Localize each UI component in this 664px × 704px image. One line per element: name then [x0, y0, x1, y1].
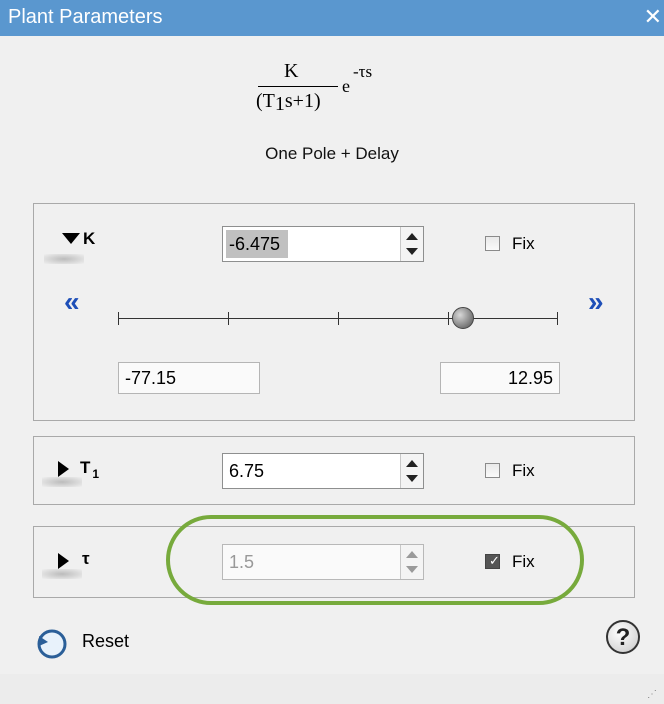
- t1-fix-label: Fix: [512, 461, 535, 480]
- highlight-ring: [166, 515, 584, 605]
- formula-denominator: (T1s+1): [256, 90, 321, 115]
- help-icon[interactable]: ?: [606, 620, 640, 654]
- denominator-open: (T: [256, 90, 275, 112]
- t1-spinner-arrows[interactable]: [400, 454, 423, 488]
- k-value-spinner[interactable]: [222, 226, 424, 262]
- t1-label-sub: 1: [92, 467, 100, 481]
- reset-button[interactable]: [30, 622, 72, 669]
- k-fix-label: Fix: [512, 234, 535, 253]
- collapse-right-icon[interactable]: [58, 553, 69, 569]
- shadow-decor: [42, 569, 82, 579]
- param-group-k: K Fix « » -77.15 12.95: [33, 203, 635, 421]
- chevron-double-left-icon[interactable]: «: [64, 286, 80, 318]
- transfer-function-formula: K (T1s+1) e -τs: [0, 58, 664, 134]
- param-group-t1: T1 Fix: [33, 436, 635, 505]
- fraction-bar: [258, 86, 338, 87]
- t1-value-input[interactable]: [225, 456, 401, 486]
- close-icon[interactable]: ✕: [644, 4, 662, 30]
- window-title: Plant Parameters: [8, 6, 163, 28]
- spin-up-icon[interactable]: [406, 460, 418, 467]
- spin-up-icon[interactable]: [406, 233, 418, 240]
- status-bar: ⋰: [0, 674, 664, 704]
- slider-tick: [338, 312, 339, 325]
- slider-tick: [118, 312, 119, 325]
- reset-label[interactable]: Reset: [82, 631, 129, 652]
- k-value-selection: [226, 230, 288, 258]
- denominator-rest: s+1): [284, 90, 321, 112]
- t1-label-main: T: [80, 458, 91, 477]
- t1-fix-checkbox[interactable]: [485, 463, 500, 478]
- reset-icon: [37, 629, 67, 659]
- model-name: One Pole + Delay: [265, 144, 399, 163]
- param-label-t1: T1: [80, 458, 100, 481]
- slider-tick: [448, 312, 449, 325]
- shadow-decor: [44, 254, 84, 264]
- formula-exp-base: e: [342, 76, 350, 96]
- title-bar: Plant Parameters ✕: [0, 0, 664, 36]
- resize-grip-icon[interactable]: ⋰: [647, 689, 658, 700]
- denominator-sub: 1: [274, 93, 285, 115]
- k-fix-checkbox[interactable]: [485, 236, 500, 251]
- chevron-double-right-icon[interactable]: »: [588, 286, 604, 318]
- t1-value-spinner[interactable]: [222, 453, 424, 489]
- shadow-decor: [42, 477, 82, 487]
- slider-tick: [228, 312, 229, 325]
- formula-numerator: K: [284, 60, 299, 82]
- slider-thumb-icon[interactable]: [452, 307, 475, 329]
- k-max-field[interactable]: 12.95: [440, 362, 560, 394]
- slider-tick: [557, 312, 558, 325]
- spin-down-icon[interactable]: [406, 248, 418, 255]
- param-label-k: K: [83, 229, 96, 248]
- k-slider[interactable]: [118, 304, 558, 332]
- formula-exp-power: -τs: [353, 62, 373, 81]
- k-min-field[interactable]: -77.15: [118, 362, 260, 394]
- k-spinner-arrows[interactable]: [400, 227, 423, 261]
- expand-down-icon[interactable]: [62, 233, 80, 244]
- param-label-tau: τ: [82, 549, 90, 568]
- spin-down-icon[interactable]: [406, 475, 418, 482]
- collapse-right-icon[interactable]: [58, 461, 69, 477]
